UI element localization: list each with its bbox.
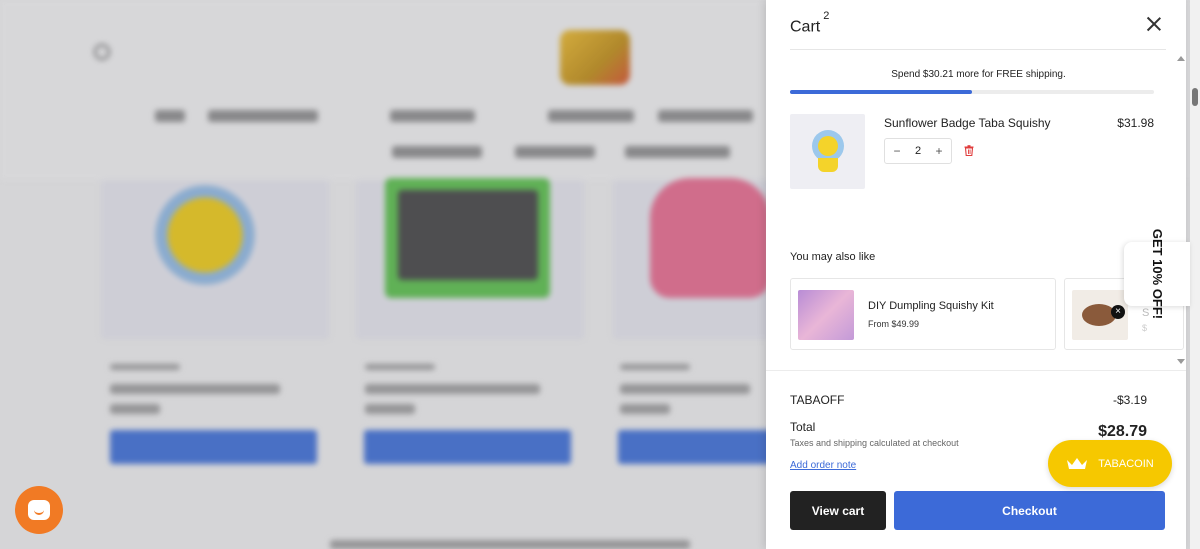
upsell-heading: You may also like (790, 251, 876, 263)
upsell-product-price: From $49.99 (868, 319, 920, 329)
shipping-progress-bar (790, 90, 1154, 94)
item-name[interactable]: Sunflower Badge Taba Squishy (884, 116, 1051, 130)
crown-icon (1067, 457, 1088, 469)
trash-icon[interactable] (964, 145, 974, 156)
scroll-down-icon[interactable] (1177, 359, 1185, 364)
total-label: Total (790, 420, 816, 434)
cart-header: Cart2 (790, 10, 1166, 50)
chat-icon (28, 500, 50, 520)
upsell-card[interactable]: DIY Dumpling Squishy Kit From $49.99 (790, 278, 1056, 350)
free-shipping-message: Spend $30.21 more for FREE shipping. (891, 69, 1066, 80)
promo-tab[interactable]: GET 10% OFF! (1124, 229, 1190, 319)
cart-scrollbar[interactable] (1176, 52, 1186, 368)
checkout-button[interactable]: Checkout (894, 491, 1165, 530)
tax-note: Taxes and shipping calculated at checkou… (790, 438, 959, 448)
upsell-product-price: $ (1142, 323, 1148, 333)
close-icon[interactable] (1146, 16, 1162, 32)
cart-title: Cart2 (790, 10, 829, 36)
tabacoin-label: TABACOIN (1098, 457, 1154, 470)
discount-amount: -$3.19 (1112, 393, 1147, 407)
dumpling-kit-image[interactable] (798, 290, 854, 340)
scroll-up-icon[interactable] (1177, 56, 1185, 61)
minus-icon[interactable]: − (891, 144, 903, 158)
quantity-value[interactable]: 2 (915, 145, 921, 157)
total-value: $28.79 (1098, 423, 1147, 440)
cart-line-item: Sunflower Badge Taba Squishy $31.98 − 2 … (790, 114, 1154, 194)
item-price: $31.98 (1117, 116, 1154, 130)
quantity-stepper: − 2 + (884, 138, 952, 164)
promo-close-icon[interactable]: × (1111, 305, 1125, 319)
discount-code: TABAOFF (790, 393, 845, 407)
cart-scroll-area[interactable]: Spend $30.21 more for FREE shipping. Sun… (766, 52, 1186, 368)
cart-count-badge: 2 (823, 10, 830, 22)
page-scroll-thumb[interactable] (1192, 88, 1198, 106)
upsell-product-name[interactable]: S (1142, 307, 1149, 319)
promo-label: GET 10% OFF! (1150, 228, 1165, 320)
view-cart-button[interactable]: View cart (790, 491, 886, 530)
shipping-progress-fill (790, 90, 972, 94)
cart-title-text: Cart (790, 18, 821, 36)
page-scrollbar[interactable] (1190, 0, 1200, 549)
chat-button[interactable] (15, 486, 63, 534)
tabacoin-button[interactable]: TABACOIN (1048, 440, 1172, 487)
upsell-product-name[interactable]: DIY Dumpling Squishy Kit (868, 300, 994, 312)
plus-icon[interactable]: + (933, 144, 945, 158)
sunflower-badge-squishy-image[interactable] (790, 114, 865, 189)
add-order-note-link[interactable]: Add order note (790, 460, 856, 471)
